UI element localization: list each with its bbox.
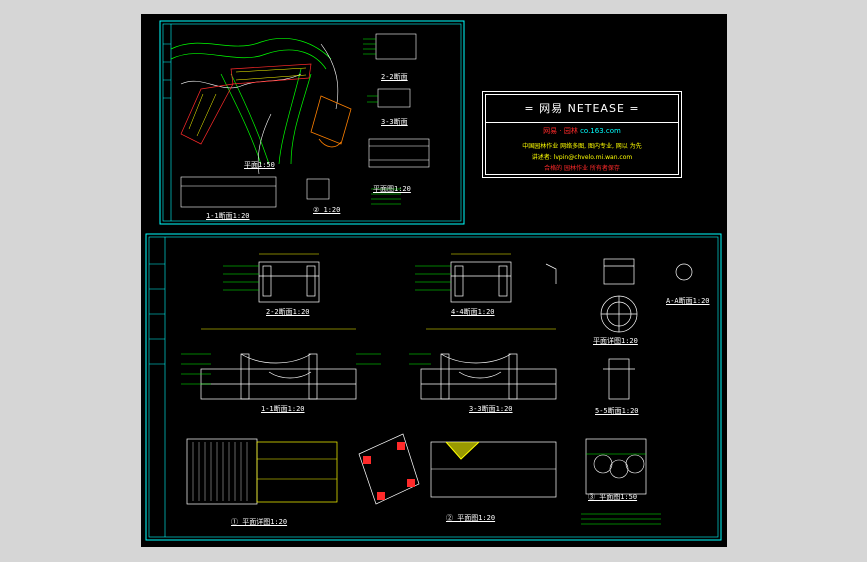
plan-detail-2 bbox=[358, 433, 557, 505]
title-separator bbox=[486, 122, 678, 123]
label-top-e: 2-2断面 bbox=[381, 73, 408, 81]
label-sec-3: 3-3断面1:20 bbox=[469, 405, 513, 413]
plan-detail-3 bbox=[585, 438, 647, 495]
title-line-3: 合格的 园林作业 所有者保存 bbox=[544, 165, 620, 172]
label-plan-1: ① 平面详图1:20 bbox=[231, 518, 288, 526]
label-sec-2: 2-2断面1:20 bbox=[266, 308, 310, 316]
title-line-2: 讲述者: lvpin@chvelo.mi.wan.com bbox=[531, 154, 633, 161]
label-top-a: 1-1断面1:20 bbox=[206, 212, 250, 220]
bench-sections bbox=[258, 261, 512, 303]
label-top-c: 平面图1:20 bbox=[373, 185, 411, 193]
title-block: = 网易 NETEASE = 网易 · 园林 co.163.com 中国园林作业… bbox=[482, 91, 682, 178]
label-sec-4: 4-4断面1:20 bbox=[451, 308, 495, 316]
label-sec-5: 5-5断面1:20 bbox=[595, 407, 639, 415]
plan-detail-1 bbox=[186, 438, 338, 505]
label-top-f: 3-3断面 bbox=[381, 118, 408, 126]
title-block-inner: = 网易 NETEASE = 网易 · 园林 co.163.com 中国园林作业… bbox=[485, 94, 679, 175]
title-subline: 网易 · 园林 co.163.com bbox=[486, 126, 678, 136]
label-sec-a: A-A断面1:20 bbox=[666, 297, 710, 305]
bench-elevations bbox=[200, 353, 557, 400]
sub-domain: co.163.com bbox=[580, 127, 621, 135]
label-top-d: ② 1:20 bbox=[313, 206, 341, 214]
sheet-frame-top bbox=[159, 20, 465, 225]
label-plan-2: ② 平面图1:20 bbox=[446, 514, 496, 522]
label-sec-1: 1-1断面1:20 bbox=[261, 405, 305, 413]
label-plan-3: ③ 平面图1:50 bbox=[588, 493, 638, 501]
brand-title: = 网易 NETEASE = bbox=[524, 102, 640, 115]
label-top-b: 平面1:50 bbox=[244, 161, 275, 169]
label-detail-round: 平面详图1:20 bbox=[593, 337, 638, 345]
sub-prefix: 网易 · 园林 bbox=[543, 127, 578, 135]
site-plan-curves bbox=[170, 38, 332, 165]
title-line-1: 中国园林作业 网络多图, 图内专业, 网以 为先 bbox=[522, 143, 642, 150]
